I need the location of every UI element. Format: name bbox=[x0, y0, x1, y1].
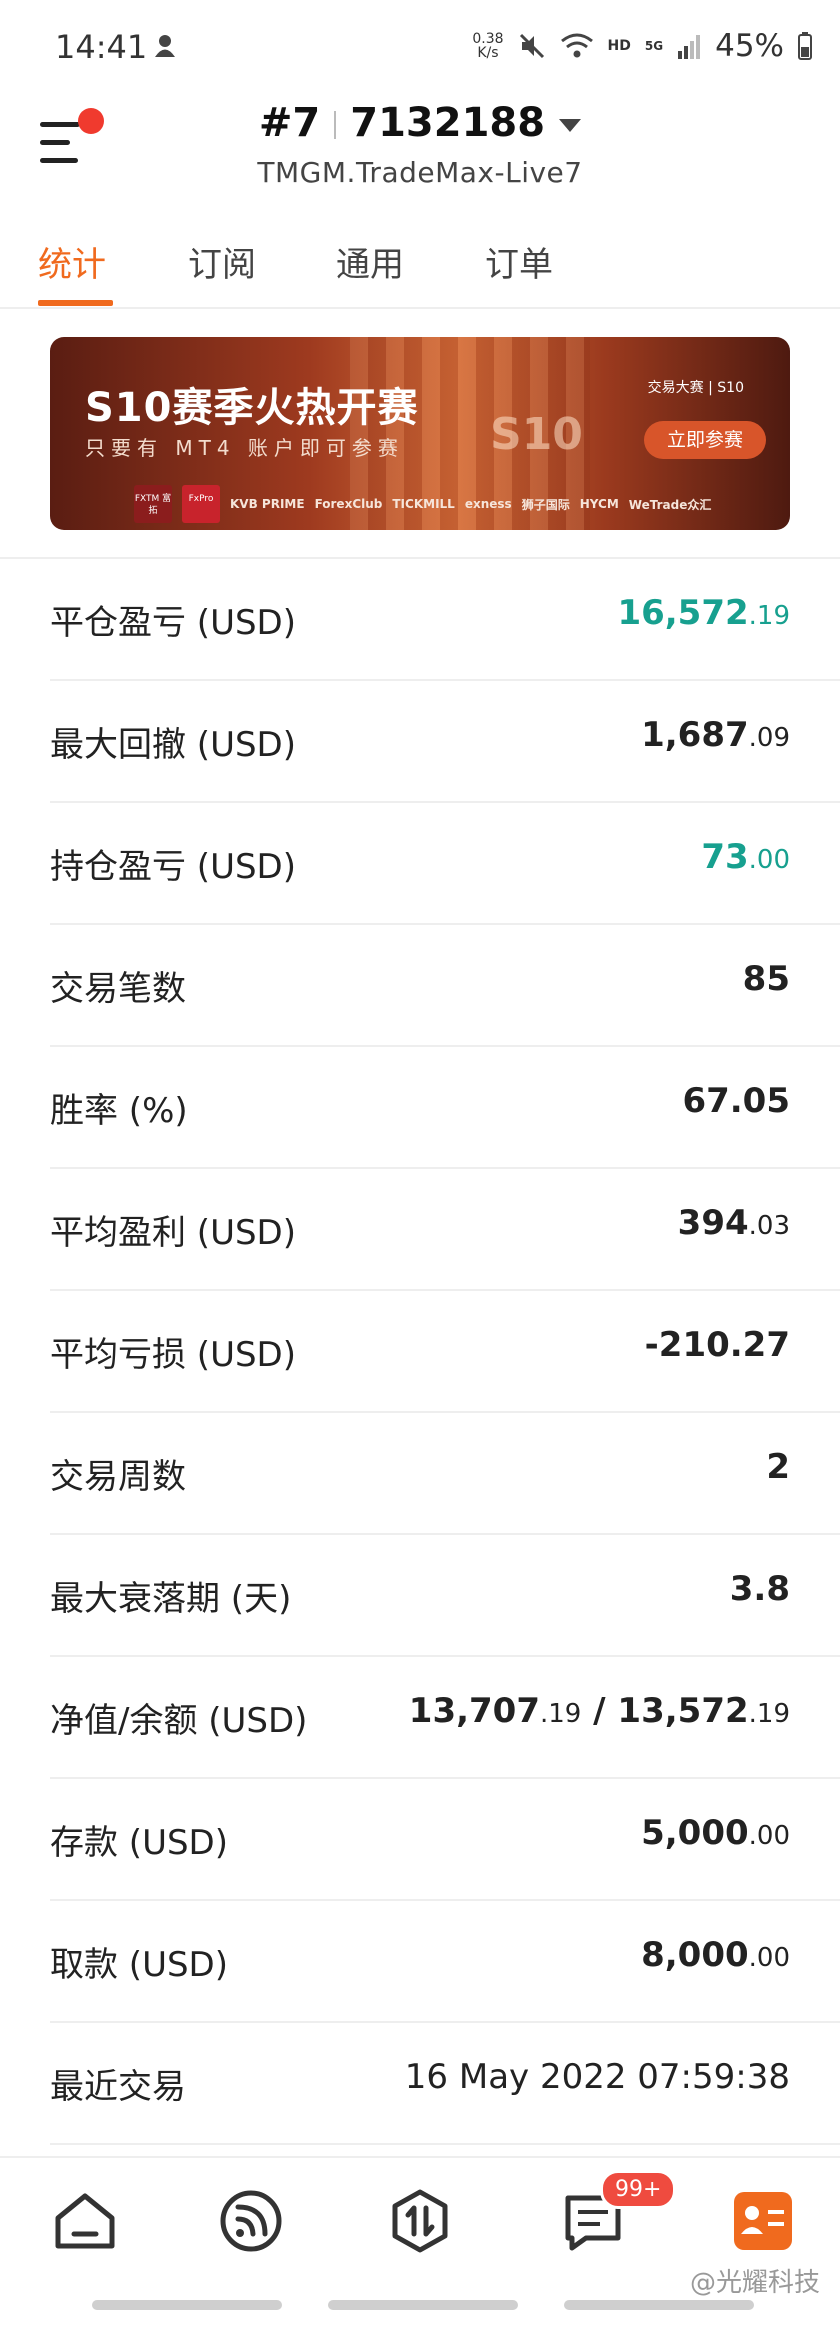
stat-row: 存款 (USD) 5,000.00 bbox=[50, 1779, 840, 1901]
server-name: TMGM.TradeMax-Live7 bbox=[257, 156, 583, 189]
stat-label: 最大衰落期 (天) bbox=[50, 1579, 292, 1619]
banner-center-mark: S10 bbox=[490, 409, 583, 460]
gesture-bar-left bbox=[92, 2300, 282, 2310]
partner-lion-logo: 狮子国际 bbox=[521, 497, 570, 512]
stat-value: 2 bbox=[766, 1447, 790, 1487]
account-switcher[interactable]: #7 7132188 bbox=[0, 100, 840, 146]
tab-indicator bbox=[38, 300, 113, 306]
partner-logos: FXTM 富拓 FxPro KVB PRIME ForexClub TICKMI… bbox=[134, 485, 764, 523]
partner-kvb-logo: KVB PRIME bbox=[230, 497, 305, 511]
stat-label: 最近交易 bbox=[50, 2067, 186, 2107]
partner-tickmill-logo: TICKMILL bbox=[392, 497, 455, 511]
stat-label: 平均亏损 (USD) bbox=[50, 1335, 296, 1375]
stat-row: 最大衰落期 (天) 3.8 bbox=[50, 1535, 840, 1657]
stat-label: 存款 (USD) bbox=[50, 1823, 228, 1863]
signal-type: 5G bbox=[644, 39, 664, 53]
net-speed-unit: K/s bbox=[477, 45, 499, 61]
promo-banner[interactable]: S10赛季火热开赛 只要有 MT4 账户即可参赛 S10 交易大赛 | S10 … bbox=[50, 337, 790, 530]
battery-icon bbox=[798, 32, 812, 60]
stat-row: 最近交易 16 May 2022 07:59:38 bbox=[50, 2023, 840, 2145]
partner-fxtm-logo: FXTM 富拓 bbox=[134, 485, 172, 523]
signal-icon bbox=[678, 35, 701, 59]
status-bar: 14:41 0.38 K/s HD 5G 45% bbox=[0, 0, 840, 90]
stat-value: 13,707.19 / 13,572.19 bbox=[408, 1691, 790, 1731]
nav-account[interactable] bbox=[728, 2186, 798, 2256]
gesture-bar-right bbox=[564, 2300, 754, 2310]
battery-level: 45% bbox=[715, 28, 784, 64]
partner-fxpro-logo: FxPro bbox=[182, 485, 220, 523]
stat-value: 5,000.00 bbox=[641, 1813, 790, 1853]
net-speed-value: 0.38 bbox=[472, 31, 504, 47]
stat-label: 取款 (USD) bbox=[50, 1945, 228, 1985]
stat-label: 平仓盈亏 (USD) bbox=[50, 603, 296, 643]
tab-subscribe[interactable]: 订阅 bbox=[188, 237, 256, 286]
tab-statistics[interactable]: 统计 bbox=[38, 237, 106, 286]
stat-row: 持仓盈亏 (USD) 73.00 bbox=[50, 803, 840, 925]
stat-label: 交易周数 bbox=[50, 1457, 186, 1497]
home-icon bbox=[55, 2193, 115, 2249]
stat-label: 胜率 (%) bbox=[50, 1091, 188, 1131]
stat-row: 最大回撤 (USD) 1,687.09 bbox=[50, 681, 840, 803]
stat-value: 16 May 2022 07:59:38 bbox=[404, 2057, 790, 2097]
partner-forexclub-logo: ForexClub bbox=[314, 497, 383, 511]
stat-value: 73.00 bbox=[701, 837, 790, 877]
stat-value: 16,572.19 bbox=[617, 593, 790, 633]
mute-icon bbox=[519, 33, 544, 59]
notification-icon bbox=[155, 35, 175, 57]
trade-icon bbox=[392, 2189, 448, 2253]
partner-hycm-logo: HYCM bbox=[579, 497, 619, 511]
nav-trade[interactable] bbox=[385, 2186, 455, 2256]
nav-home[interactable] bbox=[50, 2186, 120, 2256]
statistics-list: 平仓盈亏 (USD) 16,572.19 最大回撤 (USD) 1,687.09… bbox=[0, 557, 840, 2145]
watermark: @光耀科技 bbox=[689, 2268, 820, 2298]
stat-label: 持仓盈亏 (USD) bbox=[50, 847, 296, 887]
stat-row: 平均盈利 (USD) 394.03 bbox=[50, 1169, 840, 1291]
stat-label: 最大回撤 (USD) bbox=[50, 725, 296, 765]
banner-title: S10赛季火热开赛 bbox=[85, 385, 419, 431]
stat-value: 394.03 bbox=[677, 1203, 790, 1243]
wifi-icon bbox=[560, 33, 593, 58]
tab-orders[interactable]: 订单 bbox=[485, 237, 553, 286]
stat-value: 67.05 bbox=[682, 1081, 790, 1121]
gesture-bar-center bbox=[328, 2300, 518, 2310]
tab-bar: 统计 订阅 通用 订单 bbox=[0, 225, 840, 309]
join-contest-button[interactable]: 立即参赛 bbox=[644, 421, 766, 459]
stat-row: 平均亏损 (USD) -210.27 bbox=[50, 1291, 840, 1413]
network-type: HD bbox=[607, 38, 631, 54]
feed-icon bbox=[220, 2190, 282, 2252]
stat-row: 交易笔数 85 bbox=[50, 925, 840, 1047]
stat-row: 净值/余额 (USD) 13,707.19 / 13,572.19 bbox=[50, 1657, 840, 1779]
stat-value: -210.27 bbox=[644, 1325, 790, 1365]
account-number: 7132188 bbox=[350, 100, 546, 146]
net-speed: 0.38 K/s bbox=[472, 32, 503, 60]
caret-down-icon bbox=[559, 118, 582, 132]
stat-value: 85 bbox=[742, 959, 790, 999]
banner-subtitle: 只要有 MT4 账户即可参赛 bbox=[85, 436, 404, 460]
stat-value: 8,000.00 bbox=[641, 1935, 790, 1975]
header: #7 7132188 TMGM.TradeMax-Live7 bbox=[0, 90, 840, 200]
stat-row: 胜率 (%) 67.05 bbox=[50, 1047, 840, 1169]
stat-value: 1,687.09 bbox=[641, 715, 790, 755]
status-icons: 0.38 K/s HD 5G 45% bbox=[472, 28, 812, 64]
stat-row: 平仓盈亏 (USD) 16,572.19 bbox=[50, 559, 840, 681]
stat-row: 交易周数 2 bbox=[50, 1413, 840, 1535]
account-icon bbox=[734, 2192, 792, 2250]
stat-label: 平均盈利 (USD) bbox=[50, 1213, 296, 1253]
status-time: 14:41 bbox=[55, 28, 148, 66]
message-count-badge: 99+ bbox=[600, 2170, 677, 2209]
stat-value: 3.8 bbox=[729, 1569, 790, 1609]
nav-feed[interactable] bbox=[216, 2186, 286, 2256]
stat-label: 交易笔数 bbox=[50, 969, 186, 1009]
stat-row: 取款 (USD) 8,000.00 bbox=[50, 1901, 840, 2023]
partner-wetrade-logo: WeTrade众汇 bbox=[628, 497, 712, 512]
tab-general[interactable]: 通用 bbox=[336, 237, 404, 286]
partner-exness-logo: exness bbox=[464, 497, 512, 511]
banner-brand: 交易大赛 | S10 bbox=[647, 380, 744, 396]
account-prefix: #7 bbox=[258, 100, 321, 146]
stat-label: 净值/余额 (USD) bbox=[50, 1701, 308, 1741]
